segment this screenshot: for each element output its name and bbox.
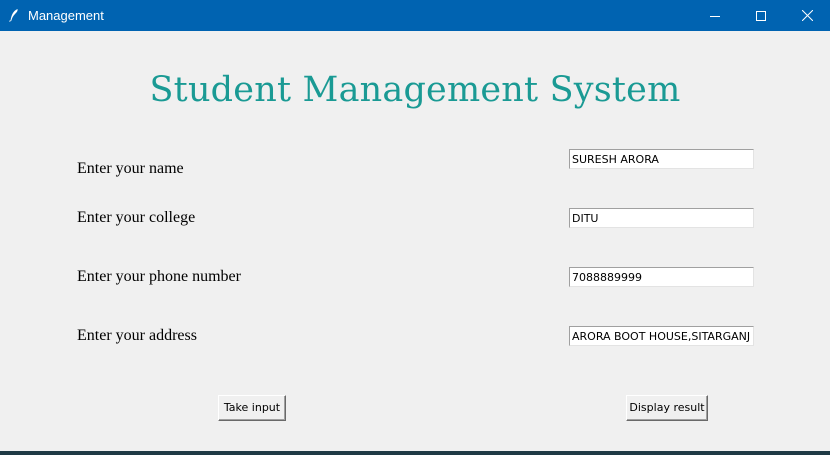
maximize-button[interactable]: [738, 0, 784, 31]
address-label: Enter your address: [77, 327, 197, 344]
taskbar-edge: [0, 451, 830, 455]
maximize-icon: [756, 10, 766, 21]
name-field[interactable]: [569, 149, 754, 169]
display-result-button[interactable]: Display result: [626, 395, 708, 421]
close-icon: [801, 10, 813, 21]
minimize-icon: [710, 11, 720, 21]
phone-label: Enter your phone number: [77, 268, 241, 285]
address-field[interactable]: [569, 326, 754, 346]
window-title: Management: [28, 8, 104, 23]
phone-field[interactable]: [569, 267, 754, 287]
close-button[interactable]: [784, 0, 830, 31]
minimize-button[interactable]: [692, 0, 738, 31]
take-input-button[interactable]: Take input: [218, 395, 286, 421]
name-label: Enter your name: [77, 160, 184, 177]
feather-icon: [8, 8, 20, 22]
page-title: Student Management System: [149, 70, 681, 110]
window-titlebar[interactable]: Management: [0, 0, 830, 31]
college-label: Enter your college: [77, 209, 196, 226]
college-field[interactable]: [569, 208, 754, 228]
